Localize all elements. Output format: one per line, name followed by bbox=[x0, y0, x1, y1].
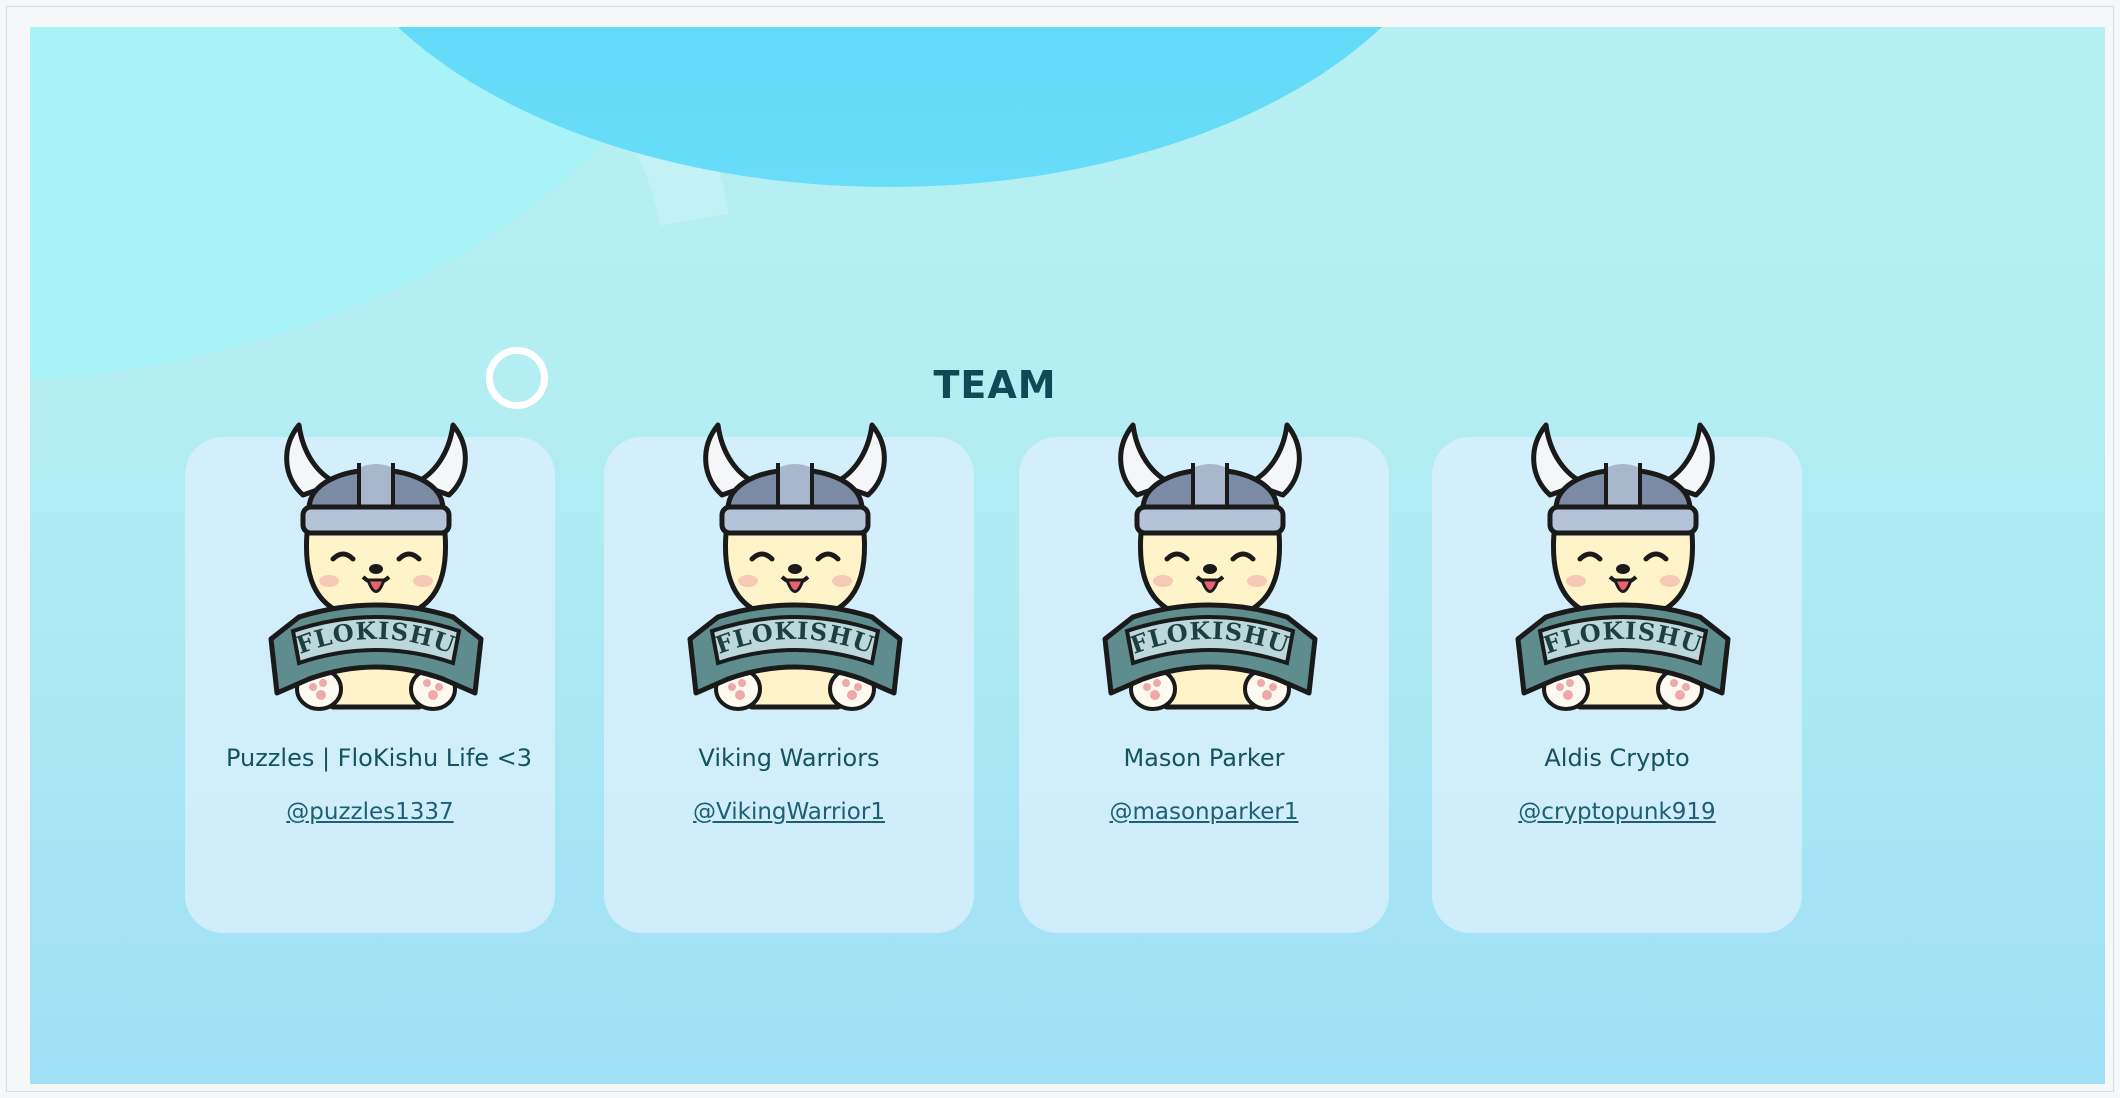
flokishu-viking-dog-icon: FLOKISHU bbox=[1102, 422, 1318, 711]
team-cards: FLOKISHU Puzzles | FloKishu Life <3 @puz… bbox=[30, 27, 2105, 1084]
flokishu-viking-dog-icon: FLOKISHU bbox=[687, 422, 903, 711]
team-card: FLOKISHU Viking Warriors @VikingWarrior1 bbox=[604, 422, 974, 933]
member-handle-link[interactable]: @VikingWarrior1 bbox=[604, 799, 974, 825]
member-name: Aldis Crypto bbox=[1544, 744, 1690, 772]
member-name: Viking Warriors bbox=[698, 744, 880, 772]
team-card: FLOKISHU Puzzles | FloKishu Life <3 @puz… bbox=[185, 422, 555, 933]
team-section: TEAM FLOKISHU Puzzles | FloKishu Life <3 bbox=[30, 27, 2105, 1084]
member-name: Puzzles | FloKishu Life <3 bbox=[225, 744, 533, 772]
flokishu-viking-dog-icon: FLOKISHU bbox=[1515, 422, 1731, 711]
screenshot-frame: TEAM FLOKISHU Puzzles | FloKishu Life <3 bbox=[0, 0, 2120, 1098]
member-handle-link[interactable]: @masonparker1 bbox=[1019, 799, 1389, 825]
member-name: Mason Parker bbox=[1123, 744, 1285, 772]
team-card: FLOKISHU Mason Parker @masonparker1 bbox=[1019, 422, 1389, 933]
member-handle-link[interactable]: @puzzles1337 bbox=[185, 799, 555, 825]
flokishu-viking-dog-icon: FLOKISHU bbox=[268, 422, 484, 711]
member-handle-link[interactable]: @cryptopunk919 bbox=[1432, 799, 1802, 825]
team-card: FLOKISHU Aldis Crypto @cryptopunk919 bbox=[1432, 422, 1802, 933]
